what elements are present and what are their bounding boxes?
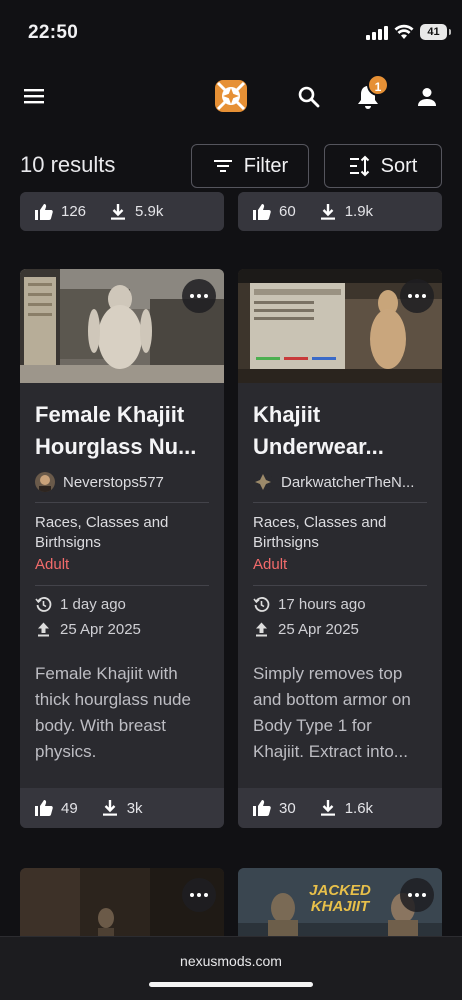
divider bbox=[35, 502, 209, 503]
filter-label: Filter bbox=[243, 154, 289, 177]
downloads-stat: 1.9k bbox=[318, 202, 373, 222]
mod-description: Simply removes top and bottom armor on B… bbox=[253, 664, 411, 761]
wifi-icon bbox=[394, 24, 414, 39]
mod-author[interactable]: DarkwatcherTheN... bbox=[253, 472, 414, 492]
adult-tag: Adult bbox=[35, 556, 70, 573]
mod-thumbnail[interactable] bbox=[20, 269, 224, 383]
results-count: 10 results bbox=[20, 152, 116, 177]
thumbs-up-icon bbox=[35, 800, 53, 816]
browser-url-bar[interactable]: nexusmods.com bbox=[0, 936, 462, 1000]
mod-card[interactable]: 126 5.9k bbox=[20, 192, 224, 231]
sort-icon bbox=[349, 155, 369, 177]
divider bbox=[253, 502, 427, 503]
mod-title[interactable]: Female Khajiit Hourglass Nu... bbox=[35, 399, 215, 463]
mod-card[interactable]: 60 1.9k bbox=[238, 192, 442, 231]
uploaded-date: 25 Apr 2025 bbox=[253, 621, 359, 638]
endorsements-stat[interactable]: 30 bbox=[252, 798, 296, 818]
battery-icon: 41 bbox=[420, 24, 451, 40]
more-icon bbox=[408, 294, 412, 298]
mod-category[interactable]: Races, Classes and Birthsigns bbox=[253, 513, 433, 553]
divider bbox=[253, 585, 427, 586]
more-icon bbox=[190, 294, 194, 298]
home-indicator[interactable] bbox=[149, 982, 313, 987]
status-bar: 22:50 41 bbox=[0, 0, 462, 62]
author-avatar bbox=[35, 472, 55, 492]
thumb-text-line1: JACKED bbox=[309, 882, 371, 899]
updated-date: 17 hours ago bbox=[253, 596, 366, 613]
updated-date: 1 day ago bbox=[35, 596, 126, 613]
menu-icon[interactable] bbox=[22, 84, 48, 108]
history-icon bbox=[35, 597, 52, 612]
notification-badge: 1 bbox=[367, 74, 389, 96]
endorsements-stat[interactable]: 49 bbox=[34, 798, 78, 818]
endorsements-stat[interactable]: 126 bbox=[34, 202, 86, 222]
thumbs-up-icon bbox=[35, 203, 53, 220]
filter-button[interactable]: Filter bbox=[191, 144, 309, 188]
more-options-button[interactable] bbox=[400, 878, 434, 912]
url-text[interactable]: nexusmods.com bbox=[0, 953, 462, 969]
nexus-logo-icon[interactable] bbox=[212, 77, 250, 115]
download-icon bbox=[320, 203, 335, 220]
mod-card[interactable]: Female Khajiit Hourglass Nu... Neverstop… bbox=[20, 269, 224, 828]
mod-title[interactable]: Khajiit Underwear... bbox=[253, 399, 433, 463]
app-header: 1 bbox=[0, 62, 462, 130]
download-icon bbox=[102, 800, 117, 816]
more-icon bbox=[190, 893, 194, 897]
more-options-button[interactable] bbox=[400, 279, 434, 313]
card-stats: 30 1.6k bbox=[238, 788, 442, 828]
more-icon bbox=[408, 893, 412, 897]
user-icon[interactable] bbox=[415, 85, 439, 109]
download-icon bbox=[320, 800, 335, 816]
thumbs-up-icon bbox=[253, 203, 271, 220]
sort-label: Sort bbox=[380, 154, 418, 177]
search-icon[interactable] bbox=[296, 84, 322, 110]
downloads-stat: 3k bbox=[100, 798, 143, 818]
upload-icon bbox=[256, 622, 267, 637]
status-time: 22:50 bbox=[28, 22, 79, 43]
sort-button[interactable]: Sort bbox=[324, 144, 442, 188]
adult-tag: Adult bbox=[253, 556, 288, 573]
thumbs-up-icon bbox=[253, 800, 271, 816]
more-options-button[interactable] bbox=[182, 878, 216, 912]
divider bbox=[35, 585, 209, 586]
history-icon bbox=[253, 597, 270, 612]
card-stats: 60 1.9k bbox=[238, 192, 442, 231]
mod-thumbnail[interactable] bbox=[238, 269, 442, 383]
downloads-stat: 1.6k bbox=[318, 798, 373, 818]
mod-description: Female Khajiit with thick hourglass nude… bbox=[35, 664, 191, 761]
thumb-text-line2: KHAJIIT bbox=[311, 898, 371, 915]
filter-icon bbox=[213, 160, 232, 172]
signal-icon bbox=[366, 26, 388, 40]
card-stats: 126 5.9k bbox=[20, 192, 224, 231]
card-stats: 49 3k bbox=[20, 788, 224, 828]
author-avatar bbox=[253, 472, 273, 492]
endorsements-stat[interactable]: 60 bbox=[252, 202, 296, 222]
upload-icon bbox=[38, 622, 49, 637]
mod-category[interactable]: Races, Classes and Birthsigns bbox=[35, 513, 215, 553]
mod-card[interactable]: Khajiit Underwear... DarkwatcherTheN... … bbox=[238, 269, 442, 828]
uploaded-date: 25 Apr 2025 bbox=[35, 621, 141, 638]
more-options-button[interactable] bbox=[182, 279, 216, 313]
download-icon bbox=[111, 203, 126, 220]
mod-author[interactable]: Neverstops577 bbox=[35, 472, 164, 492]
downloads-stat: 5.9k bbox=[108, 202, 163, 222]
